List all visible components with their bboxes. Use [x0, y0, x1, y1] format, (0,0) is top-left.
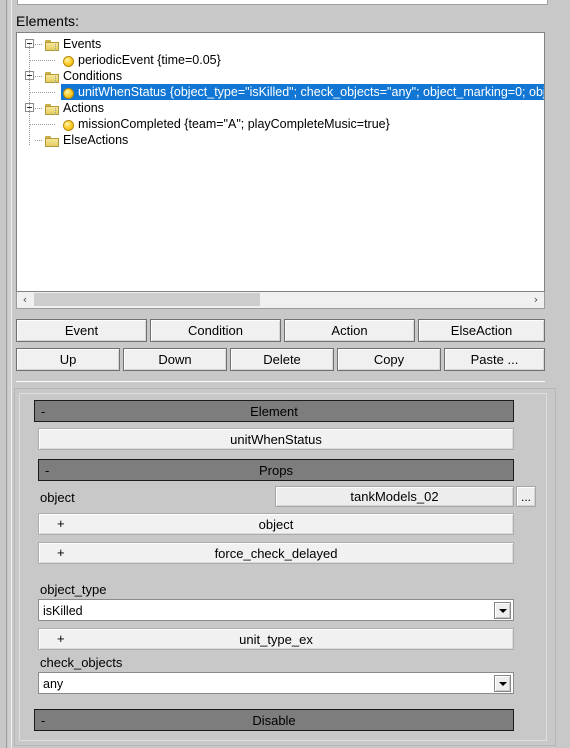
folder-icon [45, 136, 59, 147]
mission-editor-panel: Elements: Events periodicEvent {time=0.05… [0, 0, 570, 748]
element-name-label: unitWhenStatus [230, 431, 322, 447]
expand-force-check-delayed-button[interactable]: + force_check_delayed [38, 542, 514, 564]
tree-node-label: missionCompleted {team="A"; playComplete… [78, 117, 390, 131]
tree-node-label: unitWhenStatus {object_type="isKilled"; … [78, 85, 545, 99]
tree-horizontal-scrollbar[interactable]: ‹ › [16, 292, 545, 309]
disable-group-title: Disable [252, 712, 296, 728]
tree-connector [35, 76, 43, 77]
props-group-header[interactable]: - Props [38, 459, 514, 481]
window-left-rail-inner [8, 0, 12, 748]
object-type-label: object_type [40, 582, 107, 597]
element-group-header[interactable]: - Element [34, 400, 514, 422]
bullet-icon [63, 88, 74, 99]
chevron-down-icon-2[interactable] [494, 675, 511, 692]
toolbar-button-condition[interactable]: Condition [150, 319, 281, 342]
add-element-button-row: Event Condition Action ElseAction [16, 319, 545, 342]
expand-force-check-delayed-toggle[interactable]: + [57, 543, 65, 563]
expand-unit-type-ex-label: unit_type_ex [239, 631, 313, 647]
expand-force-check-delayed-label: force_check_delayed [214, 545, 338, 561]
elements-label: Elements: [16, 13, 80, 29]
edit-element-button-row: Up Down Delete Copy Paste ... [16, 348, 545, 371]
element-group-toggle[interactable]: - [41, 401, 45, 423]
toolbar-button-up[interactable]: Up [16, 348, 120, 371]
folder-icon [45, 40, 59, 51]
expand-object-label: object [258, 516, 294, 532]
scroll-left-arrow-icon[interactable]: ‹ [17, 292, 33, 307]
expand-object-button[interactable]: + object [38, 513, 514, 535]
tree-node-label: Actions [63, 101, 104, 115]
tree-node-label: ElseActions [63, 133, 129, 147]
toolbar-button-action[interactable]: Action [284, 319, 415, 342]
folder-icon [45, 104, 59, 115]
element-name-button[interactable]: unitWhenStatus [38, 428, 514, 450]
tree-node[interactable]: unitWhenStatus {object_type="isKilled"; … [17, 84, 544, 100]
toolbar-button-paste[interactable]: Paste ... [444, 348, 545, 371]
tree-connector [35, 44, 43, 45]
tree-node[interactable]: Events [17, 36, 544, 52]
object-value-button[interactable]: tankModels_02 [275, 486, 514, 507]
window-left-rail [0, 0, 7, 748]
tree-node[interactable]: Actions [17, 100, 544, 116]
tree-node-label: Events [63, 37, 102, 51]
toolbar-button-event[interactable]: Event [16, 319, 147, 342]
object-label: object [40, 490, 75, 505]
scrollbar-thumb[interactable] [34, 293, 260, 306]
top-white-edge [17, 0, 548, 5]
bullet-icon [63, 56, 74, 67]
toolbar-button-delete[interactable]: Delete [230, 348, 334, 371]
toolbar-button-down[interactable]: Down [123, 348, 227, 371]
folder-icon [45, 72, 59, 83]
tree-connector [35, 140, 43, 141]
window-top-strip [0, 0, 570, 8]
disable-group-header[interactable]: - Disable [34, 709, 514, 731]
object-browse-button[interactable]: ... [516, 486, 536, 507]
panel-separator [16, 381, 545, 382]
tree-node-label: Conditions [63, 69, 123, 83]
check-objects-select[interactable]: any [38, 672, 514, 694]
tree-spine [29, 44, 30, 145]
bullet-icon [63, 120, 74, 131]
toolbar-button-copy[interactable]: Copy [337, 348, 441, 371]
tree-node[interactable]: Conditions [17, 68, 544, 84]
properties-panel: - Element unitWhenStatus - Props object … [14, 388, 556, 746]
chevron-down-icon[interactable] [494, 602, 511, 619]
tree-connector [30, 60, 56, 61]
toolbar-button-elseaction[interactable]: ElseAction [418, 319, 545, 342]
properties-panel-inner: - Element unitWhenStatus - Props object … [19, 393, 547, 741]
tree-spine-child [55, 44, 56, 52]
object-type-value: isKilled [43, 604, 83, 618]
scroll-right-arrow-icon[interactable]: › [528, 292, 544, 307]
props-group-title: Props [259, 462, 293, 478]
expand-object-toggle[interactable]: + [57, 514, 65, 534]
element-group-title: Element [250, 403, 298, 419]
tree-node[interactable]: ElseActions [17, 132, 544, 148]
tree-spine-child [55, 108, 56, 116]
tree-connector [30, 92, 56, 93]
expand-unit-type-ex-toggle[interactable]: + [57, 629, 65, 649]
check-objects-value: any [43, 677, 64, 691]
expand-unit-type-ex-button[interactable]: + unit_type_ex [38, 628, 514, 650]
object-type-select[interactable]: isKilled [38, 599, 514, 621]
tree-connector [35, 108, 43, 109]
tree-connector [30, 124, 56, 125]
tree-spine-child [55, 76, 56, 84]
check-objects-label: check_objects [40, 655, 123, 670]
disable-group-toggle[interactable]: - [41, 710, 45, 732]
tree-node[interactable]: periodicEvent {time=0.05} [17, 52, 544, 68]
elements-tree[interactable]: Events periodicEvent {time=0.05} Condition… [16, 32, 545, 292]
tree-node-label: periodicEvent {time=0.05} [78, 53, 221, 67]
object-value-label: tankModels_02 [350, 489, 439, 504]
tree-node[interactable]: missionCompleted {team="A"; playComplete… [17, 116, 544, 132]
props-group-toggle[interactable]: - [45, 460, 49, 482]
